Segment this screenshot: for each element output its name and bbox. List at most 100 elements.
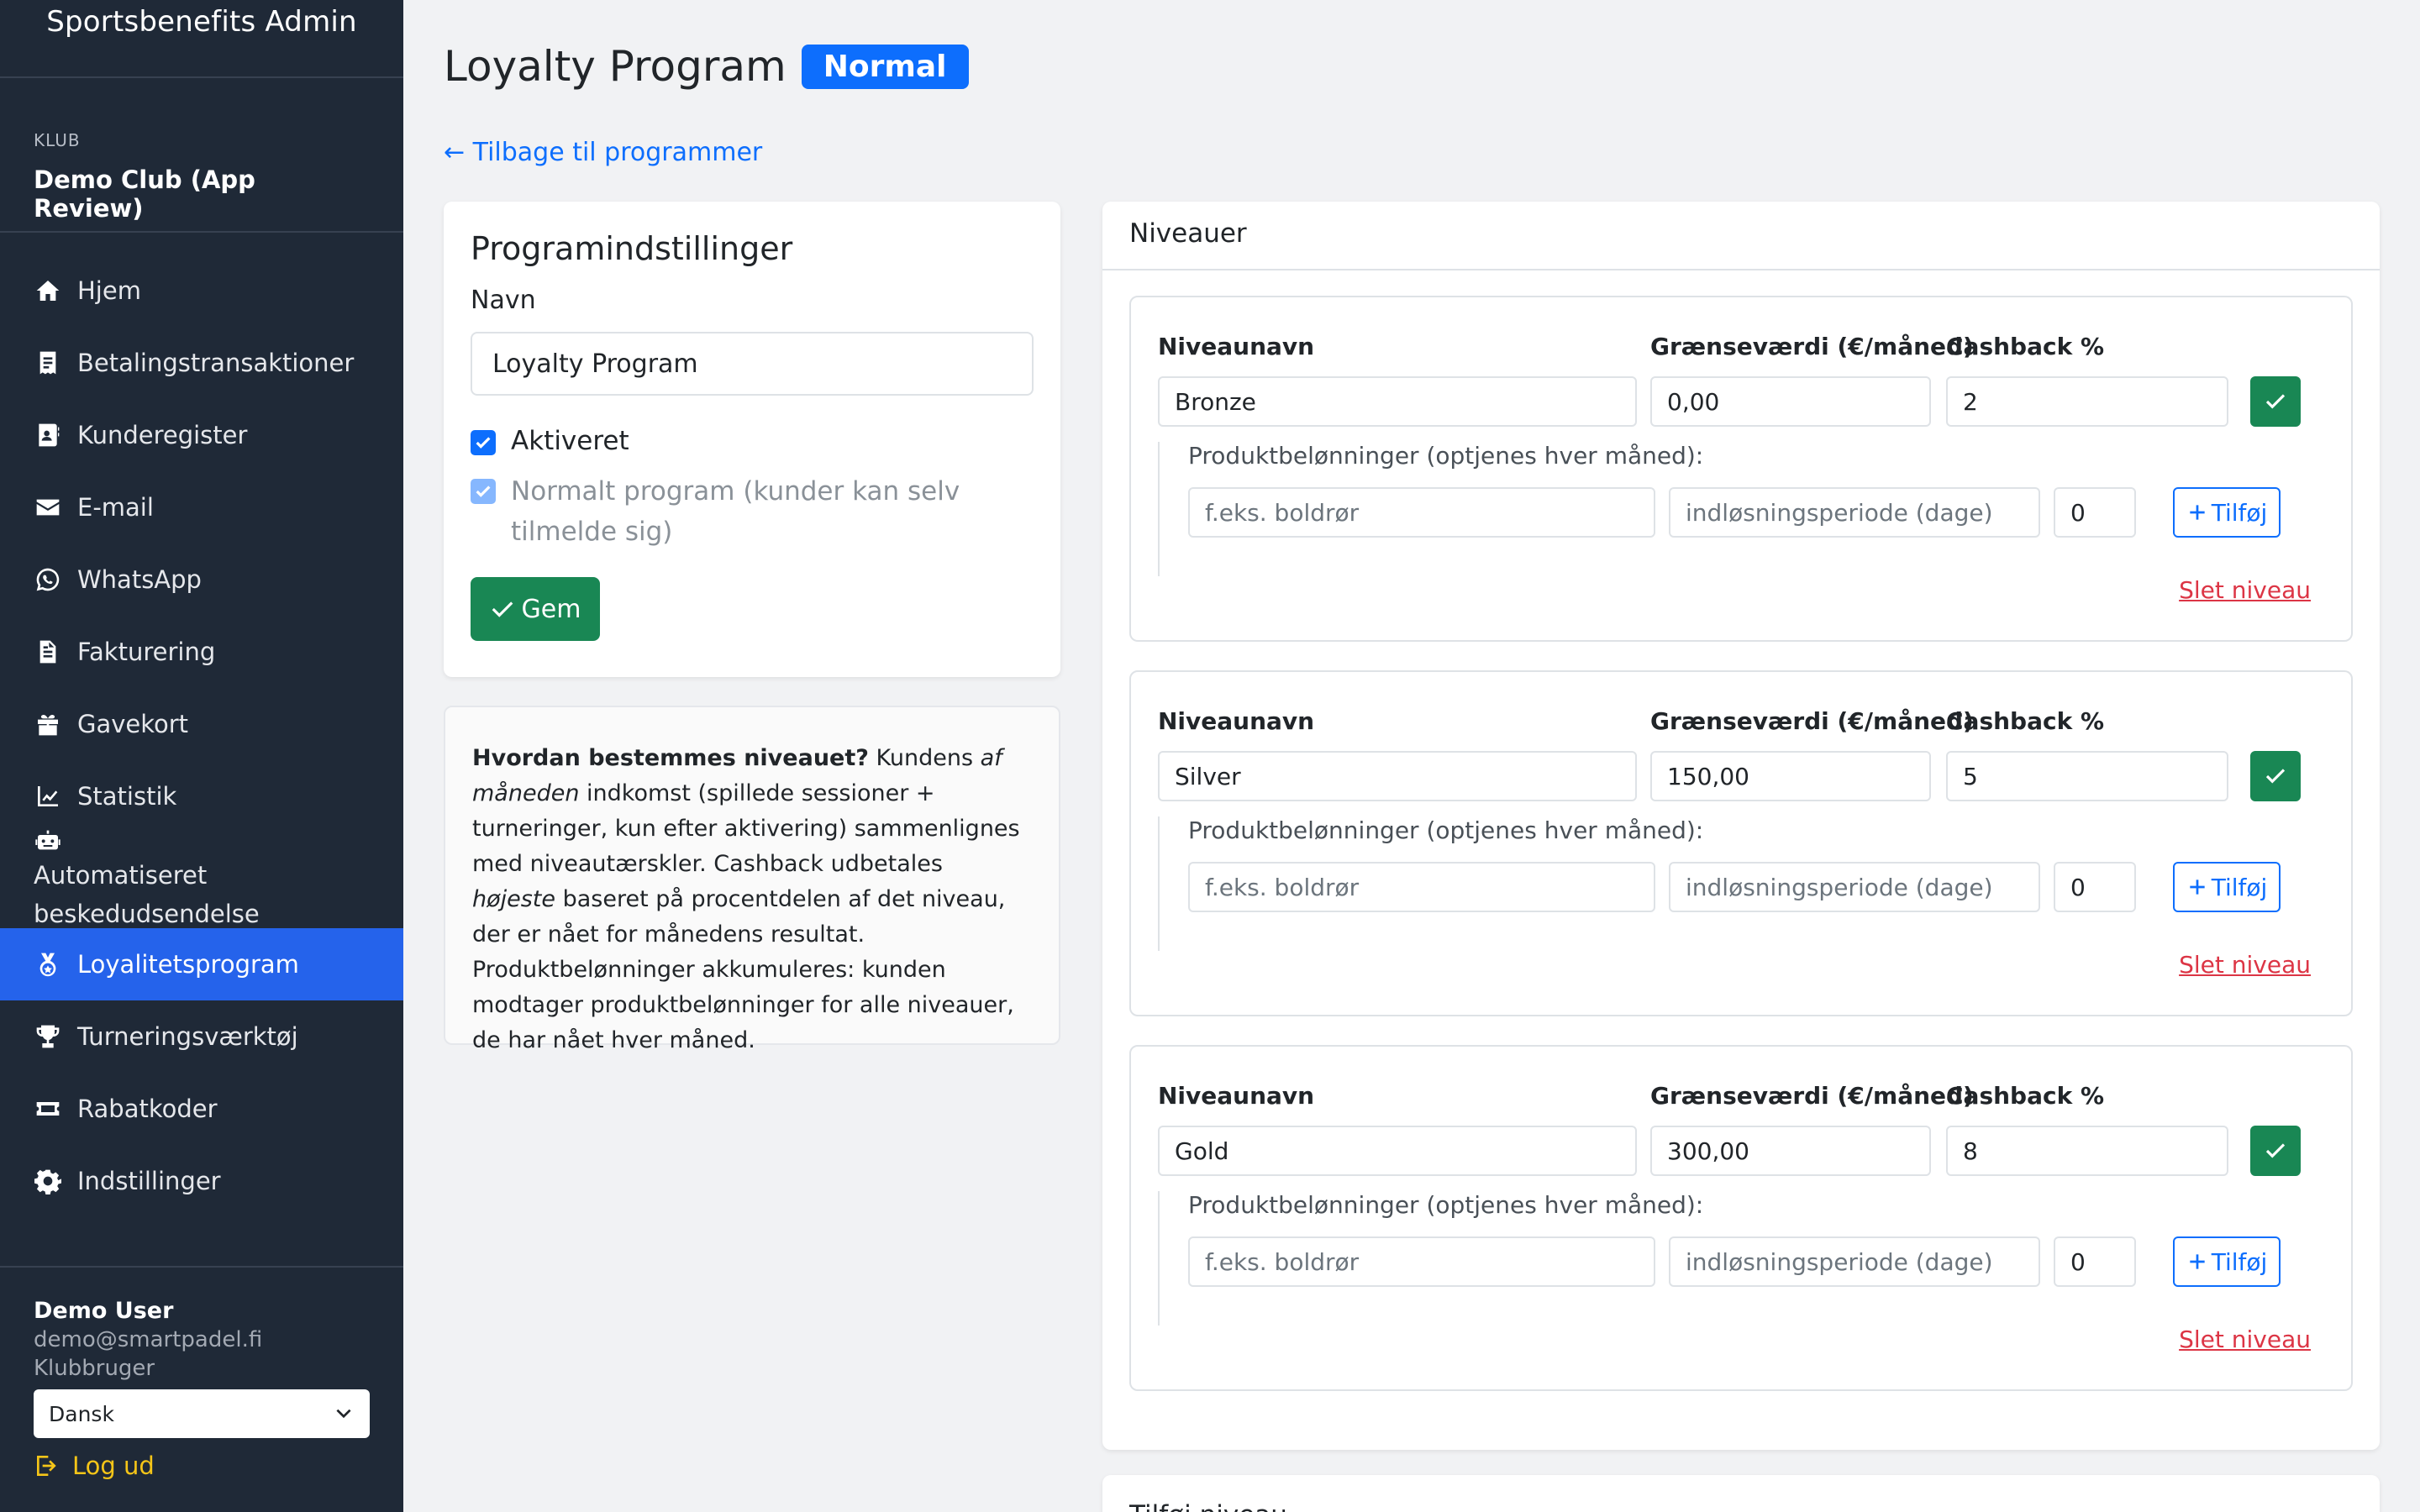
info-emphasis-2: højeste	[472, 886, 556, 912]
threshold-input[interactable]: 300,00	[1650, 1126, 1931, 1176]
sidebar-item-automatiseret-beskedudsendelse[interactable]: Automatiseret beskedudsendelse	[0, 830, 403, 928]
page-title: Loyalty Program	[444, 42, 786, 91]
reward-name-input[interactable]: f.eks. boldrør	[1188, 1236, 1655, 1287]
program-type-badge: Normal	[801, 44, 969, 89]
trophy-icon	[34, 1022, 62, 1051]
page-header: Loyalty Program Normal	[444, 42, 969, 91]
sidebar-item-gavekort[interactable]: Gavekort	[0, 688, 403, 760]
sidebar-item-hjem[interactable]: Hjem	[0, 255, 403, 327]
level-name-input[interactable]: Gold	[1158, 1126, 1637, 1176]
checkmark-icon	[476, 437, 491, 449]
ticket-icon	[34, 1095, 62, 1123]
save-level-button[interactable]	[2250, 751, 2301, 801]
level-item-gold: Niveaunavn Grænseværdi (€/måned) Cashbac…	[1129, 1045, 2353, 1391]
add-reward-button[interactable]: Tilføj	[2173, 1236, 2281, 1287]
user-email: demo@smartpadel.fi	[34, 1327, 263, 1352]
logout-link[interactable]: Log ud	[34, 1452, 370, 1480]
checkmark-icon	[2265, 1143, 2286, 1158]
reward-quantity-input[interactable]: 0	[2054, 1236, 2136, 1287]
program-name-input[interactable]: Loyalty Program	[471, 332, 1034, 396]
sidebar-item-label: Betalingstransaktioner	[77, 349, 355, 377]
club-caption: KLUB	[34, 130, 81, 150]
product-rewards-section: Produktbelønninger (optjenes hver måned)…	[1158, 1191, 2326, 1326]
language-value: Dansk	[49, 1401, 114, 1426]
sidebar-item-loyalitetsprogram[interactable]: Loyalitetsprogram	[0, 928, 403, 1000]
program-settings-card: Programindstillinger Navn Loyalty Progra…	[444, 202, 1060, 677]
delete-level-link[interactable]: Slet niveau	[2179, 1326, 2311, 1353]
threshold-input[interactable]: 150,00	[1650, 751, 1931, 801]
level-name-input[interactable]: Silver	[1158, 751, 1637, 801]
reward-quantity-input[interactable]: 0	[2054, 487, 2136, 538]
sidebar-item-label: Loyalitetsprogram	[77, 950, 299, 979]
sidebar: Sportsbenefits Admin KLUB Demo Club (App…	[0, 0, 403, 1512]
add-reward-button[interactable]: Tilføj	[2173, 487, 2281, 538]
add-reward-label: Tilføj	[2211, 873, 2268, 901]
sidebar-item-whatsapp[interactable]: WhatsApp	[0, 543, 403, 616]
home-icon	[34, 276, 62, 305]
sidebar-item-e-mail[interactable]: E-mail	[0, 471, 403, 543]
chevron-down-icon	[336, 1409, 351, 1419]
redemption-period-input[interactable]: indløsningsperiode (dage)	[1669, 487, 2040, 538]
enabled-checkbox-row[interactable]: Aktiveret	[471, 426, 1034, 456]
checkmark-icon	[476, 486, 491, 497]
reward-name-input[interactable]: f.eks. boldrør	[1188, 487, 1655, 538]
delete-level-link[interactable]: Slet niveau	[2179, 576, 2311, 604]
sidebar-item-label: Automatiseret beskedudsendelse	[34, 861, 260, 928]
checkmark-icon	[2265, 394, 2286, 409]
robot-icon	[34, 827, 62, 856]
club-name: Demo Club (App Review)	[34, 165, 255, 223]
cashback-label: Cashback %	[1946, 333, 2105, 360]
sidebar-item-rabatkoder[interactable]: Rabatkoder	[0, 1073, 403, 1145]
cashback-input[interactable]: 5	[1946, 751, 2228, 801]
whatsapp-icon	[34, 565, 62, 594]
sidebar-item-indstillinger[interactable]: Indstillinger	[0, 1145, 403, 1217]
sidebar-item-kunderegister[interactable]: Kunderegister	[0, 399, 403, 471]
save-button[interactable]: Gem	[471, 577, 600, 641]
sidebar-item-turneringsvaerktoej[interactable]: Turneringsværktøj	[0, 1000, 403, 1073]
product-rewards-label: Produktbelønninger (optjenes hver måned)…	[1188, 1191, 1704, 1219]
sidebar-item-fakturering[interactable]: Fakturering	[0, 616, 403, 688]
cashback-label: Cashback %	[1946, 1082, 2105, 1110]
cashback-input[interactable]: 8	[1946, 1126, 2228, 1176]
add-reward-button[interactable]: Tilføj	[2173, 862, 2281, 912]
threshold-label: Grænseværdi (€/måned)	[1650, 333, 1974, 360]
sidebar-item-statistik[interactable]: Statistik	[0, 760, 403, 832]
product-rewards-label: Produktbelønninger (optjenes hver måned)…	[1188, 816, 1704, 844]
cashback-input[interactable]: 2	[1946, 376, 2228, 427]
sidebar-item-label: E-mail	[77, 493, 154, 522]
plus-icon	[2190, 879, 2205, 895]
sidebar-item-betalingstransaktioner[interactable]: Betalingstransaktioner	[0, 327, 403, 399]
sidebar-item-label: Rabatkoder	[77, 1095, 218, 1123]
sidebar-item-label: Gavekort	[77, 710, 189, 738]
add-reward-label: Tilføj	[2211, 498, 2268, 527]
language-select[interactable]: Dansk	[34, 1389, 370, 1438]
gift-icon	[34, 710, 62, 738]
save-level-button[interactable]	[2250, 1126, 2301, 1176]
normal-program-checkbox-row: Normalt program (kunder kan selv tilmeld…	[471, 471, 1034, 552]
sidebar-item-label: Hjem	[77, 276, 141, 305]
save-level-button[interactable]	[2250, 376, 2301, 427]
add-reward-label: Tilføj	[2211, 1247, 2268, 1276]
gear-icon	[34, 1167, 62, 1195]
threshold-input[interactable]: 0,00	[1650, 376, 1931, 427]
level-item-bronze: Niveaunavn Grænseværdi (€/måned) Cashbac…	[1129, 296, 2353, 642]
chart-line-icon	[34, 782, 62, 811]
enabled-checkbox[interactable]	[471, 430, 496, 455]
reward-name-input[interactable]: f.eks. boldrør	[1188, 862, 1655, 912]
redemption-period-input[interactable]: indløsningsperiode (dage)	[1669, 1236, 2040, 1287]
level-name-input[interactable]: Bronze	[1158, 376, 1637, 427]
product-rewards-label: Produktbelønninger (optjenes hver måned)…	[1188, 442, 1704, 470]
level-info-card: Hvordan bestemmes niveauet? Kundens af m…	[444, 706, 1060, 1053]
sidebar-item-label: WhatsApp	[77, 565, 202, 594]
user-panel: Demo User demo@smartpadel.fi Klubbruger …	[0, 1266, 403, 1480]
reward-quantity-input[interactable]: 0	[2054, 862, 2136, 912]
user-role: Klubbruger	[34, 1356, 155, 1381]
redemption-period-input[interactable]: indløsningsperiode (dage)	[1669, 862, 2040, 912]
name-label: Navn	[471, 286, 536, 315]
settings-title: Programindstillinger	[471, 230, 793, 267]
envelope-icon	[34, 493, 62, 522]
delete-level-link[interactable]: Slet niveau	[2179, 951, 2311, 979]
normal-program-label: Normalt program (kunder kan selv tilmeld…	[511, 476, 960, 547]
back-to-programs-link[interactable]: ← Tilbage til programmer	[444, 138, 762, 167]
save-label: Gem	[521, 594, 581, 624]
